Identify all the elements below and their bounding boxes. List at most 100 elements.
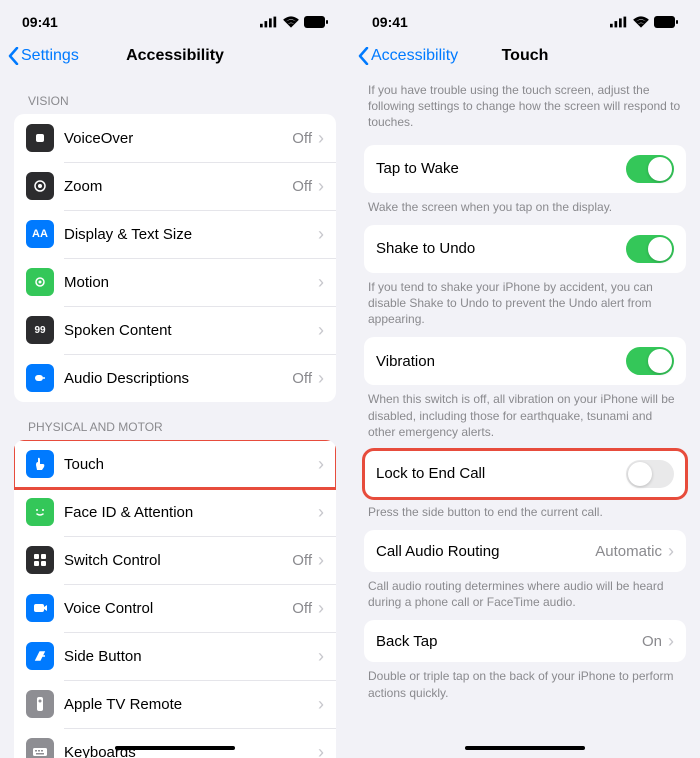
content-scroll[interactable]: If you have trouble using the touch scre…: [350, 76, 700, 758]
nav-bar: Settings Accessibility: [0, 36, 350, 76]
row-side-button[interactable]: Side Button ›: [14, 632, 336, 680]
keyboards-icon: [26, 738, 54, 758]
row-label: Display & Text Size: [64, 226, 318, 243]
vision-group: VoiceOver Off › Zoom Off › AA Display & …: [14, 114, 336, 402]
back-button[interactable]: Settings: [8, 47, 79, 65]
row-lock-to-end-call[interactable]: Lock to End Call: [364, 450, 686, 498]
row-value: Off: [292, 178, 312, 195]
cellular-icon: [610, 13, 628, 31]
chevron-left-icon: [8, 47, 19, 65]
row-back-tap[interactable]: Back Tap On ›: [364, 620, 686, 662]
lock-to-end-group: Lock to End Call: [364, 450, 686, 498]
chevron-right-icon: ›: [318, 176, 324, 197]
shake-to-undo-desc: If you tend to shake your iPhone by acci…: [350, 273, 700, 338]
cellular-icon: [260, 13, 278, 31]
battery-icon: [654, 16, 678, 28]
row-apple-tv-remote[interactable]: Apple TV Remote ›: [14, 680, 336, 728]
row-label: Switch Control: [64, 552, 292, 569]
switch-control-icon: [26, 546, 54, 574]
row-value: Off: [292, 600, 312, 617]
chevron-right-icon: ›: [318, 224, 324, 245]
chevron-right-icon: ›: [318, 694, 324, 715]
vibration-group: Vibration: [364, 337, 686, 385]
row-faceid[interactable]: Face ID & Attention ›: [14, 488, 336, 536]
row-label: Lock to End Call: [376, 465, 626, 482]
row-label: Touch: [64, 456, 318, 473]
row-label: Spoken Content: [64, 322, 318, 339]
chevron-right-icon: ›: [318, 502, 324, 523]
row-voice-control[interactable]: Voice Control Off ›: [14, 584, 336, 632]
row-label: Apple TV Remote: [64, 696, 318, 713]
chevron-right-icon: ›: [318, 598, 324, 619]
row-label: Vibration: [376, 353, 626, 370]
row-label: VoiceOver: [64, 130, 292, 147]
voiceover-icon: [26, 124, 54, 152]
row-switch-control[interactable]: Switch Control Off ›: [14, 536, 336, 584]
vibration-desc: When this switch is off, all vibration o…: [350, 385, 700, 450]
call-audio-desc: Call audio routing determines where audi…: [350, 572, 700, 620]
chevron-right-icon: ›: [318, 368, 324, 389]
touch-icon: [26, 450, 54, 478]
row-display-text[interactable]: AA Display & Text Size ›: [14, 210, 336, 258]
row-label: Zoom: [64, 178, 292, 195]
row-label: Tap to Wake: [376, 160, 626, 177]
row-motion[interactable]: Motion ›: [14, 258, 336, 306]
row-spoken-content[interactable]: 99 Spoken Content ›: [14, 306, 336, 354]
chevron-right-icon: ›: [318, 550, 324, 571]
content-scroll[interactable]: VISION VoiceOver Off › Zoom Off › AA Dis…: [0, 76, 350, 758]
intro-description: If you have trouble using the touch scre…: [350, 76, 700, 145]
row-voiceover[interactable]: VoiceOver Off ›: [14, 114, 336, 162]
row-value: On: [642, 633, 662, 650]
row-keyboards[interactable]: Keyboards ›: [14, 728, 336, 758]
battery-icon: [304, 16, 328, 28]
status-indicators: [610, 13, 678, 31]
row-touch[interactable]: Touch ›: [14, 440, 336, 488]
audio-descriptions-icon: [26, 364, 54, 392]
section-header-physical: PHYSICAL AND MOTOR: [0, 402, 350, 440]
toggle-vibration[interactable]: [626, 347, 674, 375]
row-label: Motion: [64, 274, 318, 291]
status-indicators: [260, 13, 328, 31]
status-bar: 09:41: [350, 0, 700, 36]
row-label: Call Audio Routing: [376, 543, 595, 560]
physical-group: Touch › Face ID & Attention › Switch Con…: [14, 440, 336, 758]
voice-control-icon: [26, 594, 54, 622]
home-indicator[interactable]: [465, 746, 585, 750]
chevron-right-icon: ›: [318, 454, 324, 475]
row-audio-descriptions[interactable]: Audio Descriptions Off ›: [14, 354, 336, 402]
toggle-lock-to-end-call[interactable]: [626, 460, 674, 488]
chevron-right-icon: ›: [668, 541, 674, 562]
wifi-icon: [632, 13, 650, 31]
row-vibration[interactable]: Vibration: [364, 337, 686, 385]
back-label: Accessibility: [371, 47, 458, 65]
chevron-right-icon: ›: [318, 320, 324, 341]
spoken-content-icon: 99: [26, 316, 54, 344]
back-tap-group: Back Tap On ›: [364, 620, 686, 662]
row-call-audio-routing[interactable]: Call Audio Routing Automatic ›: [364, 530, 686, 572]
toggle-tap-to-wake[interactable]: [626, 155, 674, 183]
tap-to-wake-group: Tap to Wake: [364, 145, 686, 193]
back-label: Settings: [21, 47, 79, 65]
row-label: Side Button: [64, 648, 318, 665]
chevron-right-icon: ›: [318, 646, 324, 667]
row-label: Shake to Undo: [376, 240, 626, 257]
row-shake-to-undo[interactable]: Shake to Undo: [364, 225, 686, 273]
call-audio-group: Call Audio Routing Automatic ›: [364, 530, 686, 572]
chevron-right-icon: ›: [318, 742, 324, 758]
chevron-right-icon: ›: [668, 631, 674, 652]
page-title: Accessibility: [126, 47, 224, 65]
status-time: 09:41: [372, 14, 408, 30]
row-tap-to-wake[interactable]: Tap to Wake: [364, 145, 686, 193]
toggle-shake-to-undo[interactable]: [626, 235, 674, 263]
apple-tv-remote-icon: [26, 690, 54, 718]
tap-to-wake-desc: Wake the screen when you tap on the disp…: [350, 193, 700, 225]
status-bar: 09:41: [0, 0, 350, 36]
shake-to-undo-group: Shake to Undo: [364, 225, 686, 273]
back-button[interactable]: Accessibility: [358, 47, 458, 65]
nav-bar: Accessibility Touch: [350, 36, 700, 76]
back-tap-desc: Double or triple tap on the back of your…: [350, 662, 700, 710]
row-value: Off: [292, 130, 312, 147]
row-zoom[interactable]: Zoom Off ›: [14, 162, 336, 210]
home-indicator[interactable]: [115, 746, 235, 750]
lock-to-end-desc: Press the side button to end the current…: [350, 498, 700, 530]
